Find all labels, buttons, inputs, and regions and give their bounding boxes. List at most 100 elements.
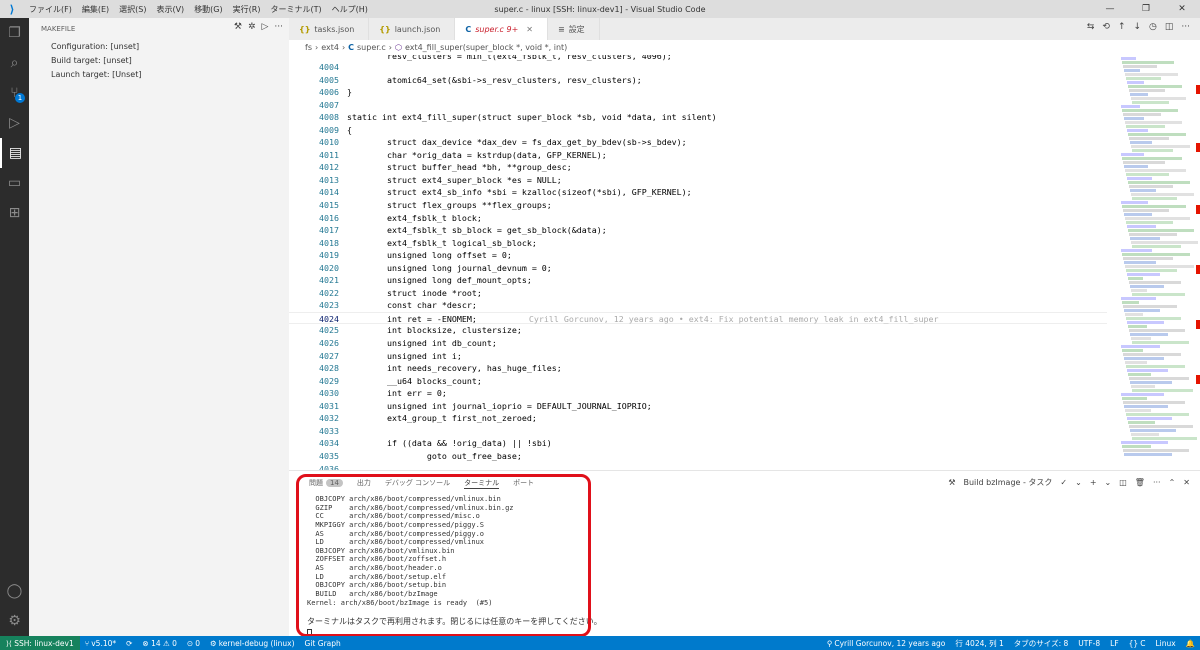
code-line: 4021 unsigned long def_mount_opts; bbox=[289, 274, 1107, 287]
trash-icon[interactable]: 🗑 bbox=[1135, 478, 1145, 487]
git-branch[interactable]: ⑂ v5.10* bbox=[80, 639, 121, 648]
git-graph[interactable]: Git Graph bbox=[300, 639, 346, 648]
menu-item-4[interactable]: 移動(G) bbox=[189, 4, 227, 15]
more-icon[interactable]: ··· bbox=[1181, 22, 1190, 32]
line-number: 4032 bbox=[319, 413, 339, 424]
makefile-icon[interactable]: ▤ bbox=[0, 138, 29, 168]
menu-item-7[interactable]: ヘルプ(H) bbox=[327, 4, 373, 15]
debug-target[interactable]: ⚙ kernel-debug (linux) bbox=[205, 639, 300, 648]
json-icon: {} bbox=[379, 24, 391, 34]
minimize-icon[interactable]: — bbox=[1092, 0, 1128, 18]
code-line: 4033 bbox=[289, 425, 1107, 438]
code-text: char *orig_data = kstrdup(data, GFP_KERN… bbox=[347, 149, 607, 160]
tab-size[interactable]: タブのサイズ: 8 bbox=[1009, 638, 1073, 649]
remote-explorer-icon[interactable]: ▭ bbox=[0, 168, 29, 198]
end-of-line[interactable]: LF bbox=[1105, 638, 1124, 649]
encoding[interactable]: UTF-8 bbox=[1073, 638, 1105, 649]
add-terminal-icon[interactable]: + bbox=[1090, 478, 1097, 487]
chevron-down-icon[interactable]: ⌄ bbox=[1075, 478, 1082, 487]
code-text: ext4_fsblk_t logical_sb_block; bbox=[347, 237, 537, 248]
close-icon[interactable]: ✕ bbox=[1183, 478, 1190, 487]
maximize-panel-icon[interactable]: ⌃ bbox=[1169, 478, 1176, 487]
line-number: 4030 bbox=[319, 388, 339, 399]
sidebar-actions: ⚒ ✲ ▷ ··· bbox=[234, 22, 283, 32]
sidebar-item-launch-target[interactable]: Launch target: [Unset] bbox=[29, 68, 289, 82]
git-blame-annotation: Cyrill Gorcunov, 12 years ago • ext4: Fi… bbox=[528, 313, 939, 324]
status-bar: ⟩⟨ SSH: linux-dev1 ⑂ v5.10* ⟳ ⊗ 14 ⚠ 0 ⊙ 0… bbox=[0, 636, 1200, 650]
sync-icon[interactable]: ⟳ bbox=[121, 639, 137, 648]
account-icon[interactable]: ◯ bbox=[0, 576, 29, 606]
search-icon[interactable]: ⌕ bbox=[0, 48, 29, 78]
line-number: 4022 bbox=[319, 287, 339, 298]
explorer-icon[interactable]: ❐ bbox=[0, 18, 29, 48]
os-indicator[interactable]: Linux bbox=[1150, 638, 1180, 649]
code-text: struct ext4_super_block *es = NULL; bbox=[347, 174, 562, 185]
vscode-logo-icon: ⟩ bbox=[9, 2, 15, 16]
tab-super-c[interactable]: Csuper.c 9+ ✕ bbox=[455, 18, 548, 40]
maximize-icon[interactable]: ❐ bbox=[1128, 0, 1164, 18]
split-terminal-icon[interactable]: ◫ bbox=[1119, 478, 1127, 487]
breadcrumb-item-file[interactable]: super.c bbox=[357, 43, 386, 52]
menu-item-1[interactable]: 編集(E) bbox=[77, 4, 114, 15]
line-number: 4021 bbox=[319, 275, 339, 286]
line-number: 4004 bbox=[319, 62, 339, 72]
menu-item-2[interactable]: 選択(S) bbox=[114, 4, 151, 15]
remote-indicator[interactable]: ⟩⟨ SSH: linux-dev1 bbox=[0, 636, 80, 650]
close-icon[interactable]: ✕ bbox=[526, 25, 533, 34]
next-change-icon[interactable]: ↓ bbox=[1133, 22, 1141, 32]
tab-settings[interactable]: ≡ 設定 bbox=[547, 18, 600, 40]
menu-item-3[interactable]: 表示(V) bbox=[151, 4, 189, 15]
code-line: 4011 char *orig_data = kstrdup(data, GFP… bbox=[289, 149, 1107, 162]
source-control-icon[interactable]: ⑂ 1 bbox=[0, 78, 29, 108]
prev-change-icon[interactable]: ↑ bbox=[1118, 22, 1126, 32]
scrollbar-error-marker bbox=[1196, 143, 1200, 152]
close-icon[interactable]: ✕ bbox=[1164, 0, 1200, 18]
debug-icon[interactable]: ✲ bbox=[248, 22, 256, 32]
tab-launch-json[interactable]: {} launch.json bbox=[369, 18, 456, 40]
timeline-icon[interactable]: ◷ bbox=[1149, 22, 1157, 32]
code-editor[interactable]: resv_clusters = min_t(ext4_fsblk_t, resv… bbox=[289, 55, 1107, 470]
menu-item-5[interactable]: 実行(R) bbox=[228, 4, 266, 15]
tab-label: launch.json bbox=[394, 24, 441, 34]
build-icon[interactable]: ⚒ bbox=[234, 22, 242, 32]
chevron-down-icon[interactable]: ⌄ bbox=[1105, 478, 1112, 487]
c-file-icon: C bbox=[465, 24, 472, 34]
sidebar-item-build-target[interactable]: Build target: [unset] bbox=[29, 54, 289, 68]
code-line: 4030 int err = 0; bbox=[289, 387, 1107, 400]
more-icon[interactable]: ··· bbox=[1153, 478, 1161, 487]
run-icon[interactable]: ▷ bbox=[261, 22, 268, 32]
code-line: 4031 unsigned int journal_ioprio = DEFAU… bbox=[289, 400, 1107, 413]
code-line: 4012 struct buffer_head *bh, **group_des… bbox=[289, 161, 1107, 174]
menu-item-6[interactable]: ターミナル(T) bbox=[265, 4, 326, 15]
breadcrumb-item-ext4[interactable]: ext4 bbox=[321, 43, 339, 52]
split-editor-icon[interactable]: ◫ bbox=[1165, 22, 1174, 32]
more-icon[interactable]: ··· bbox=[274, 22, 283, 32]
compare-icon[interactable]: ⇆ bbox=[1087, 22, 1095, 32]
task-selector[interactable]: Build bzImage - タスク bbox=[963, 477, 1052, 488]
function-icon: ⬡ bbox=[394, 43, 402, 52]
ports-indicator[interactable]: ⊙ 0 bbox=[182, 639, 205, 648]
go-back-icon[interactable]: ⟲ bbox=[1102, 22, 1110, 32]
code-line: 4016 ext4_fsblk_t block; bbox=[289, 212, 1107, 225]
line-number: 4033 bbox=[319, 425, 339, 436]
minimap[interactable] bbox=[1107, 55, 1200, 470]
braces-icon: {} bbox=[1128, 638, 1139, 648]
check-icon[interactable]: ✓ bbox=[1060, 478, 1067, 487]
cursor-position[interactable]: 行 4024, 列 1 bbox=[950, 638, 1008, 649]
git-blame[interactable]: ⚲ Cyrill Gorcunov, 12 years ago bbox=[822, 638, 951, 649]
tab-tasks-json[interactable]: {} tasks.json bbox=[289, 18, 370, 40]
run-debug-icon[interactable]: ▷ bbox=[0, 108, 29, 138]
notifications-icon[interactable]: 🔔 bbox=[1181, 638, 1200, 649]
sidebar-item-configuration[interactable]: Configuration: [unset] bbox=[29, 40, 289, 54]
language-mode[interactable]: {} C bbox=[1124, 638, 1151, 649]
breadcrumb-item-function[interactable]: ext4_fill_super(super_block *, void *, i… bbox=[405, 43, 567, 52]
problems-indicator[interactable]: ⊗ 14 ⚠ 0 bbox=[137, 639, 181, 648]
settings-gear-icon[interactable]: ⚙ bbox=[0, 606, 29, 636]
breadcrumb-item-fs[interactable]: fs bbox=[305, 43, 312, 52]
code-text: } bbox=[347, 87, 352, 98]
menu-item-0[interactable]: ファイル(F) bbox=[24, 4, 77, 15]
code-line: 4014 struct ext4_sb_info *sbi = kzalloc(… bbox=[289, 186, 1107, 199]
extensions-icon[interactable]: ⊞ bbox=[0, 198, 29, 228]
